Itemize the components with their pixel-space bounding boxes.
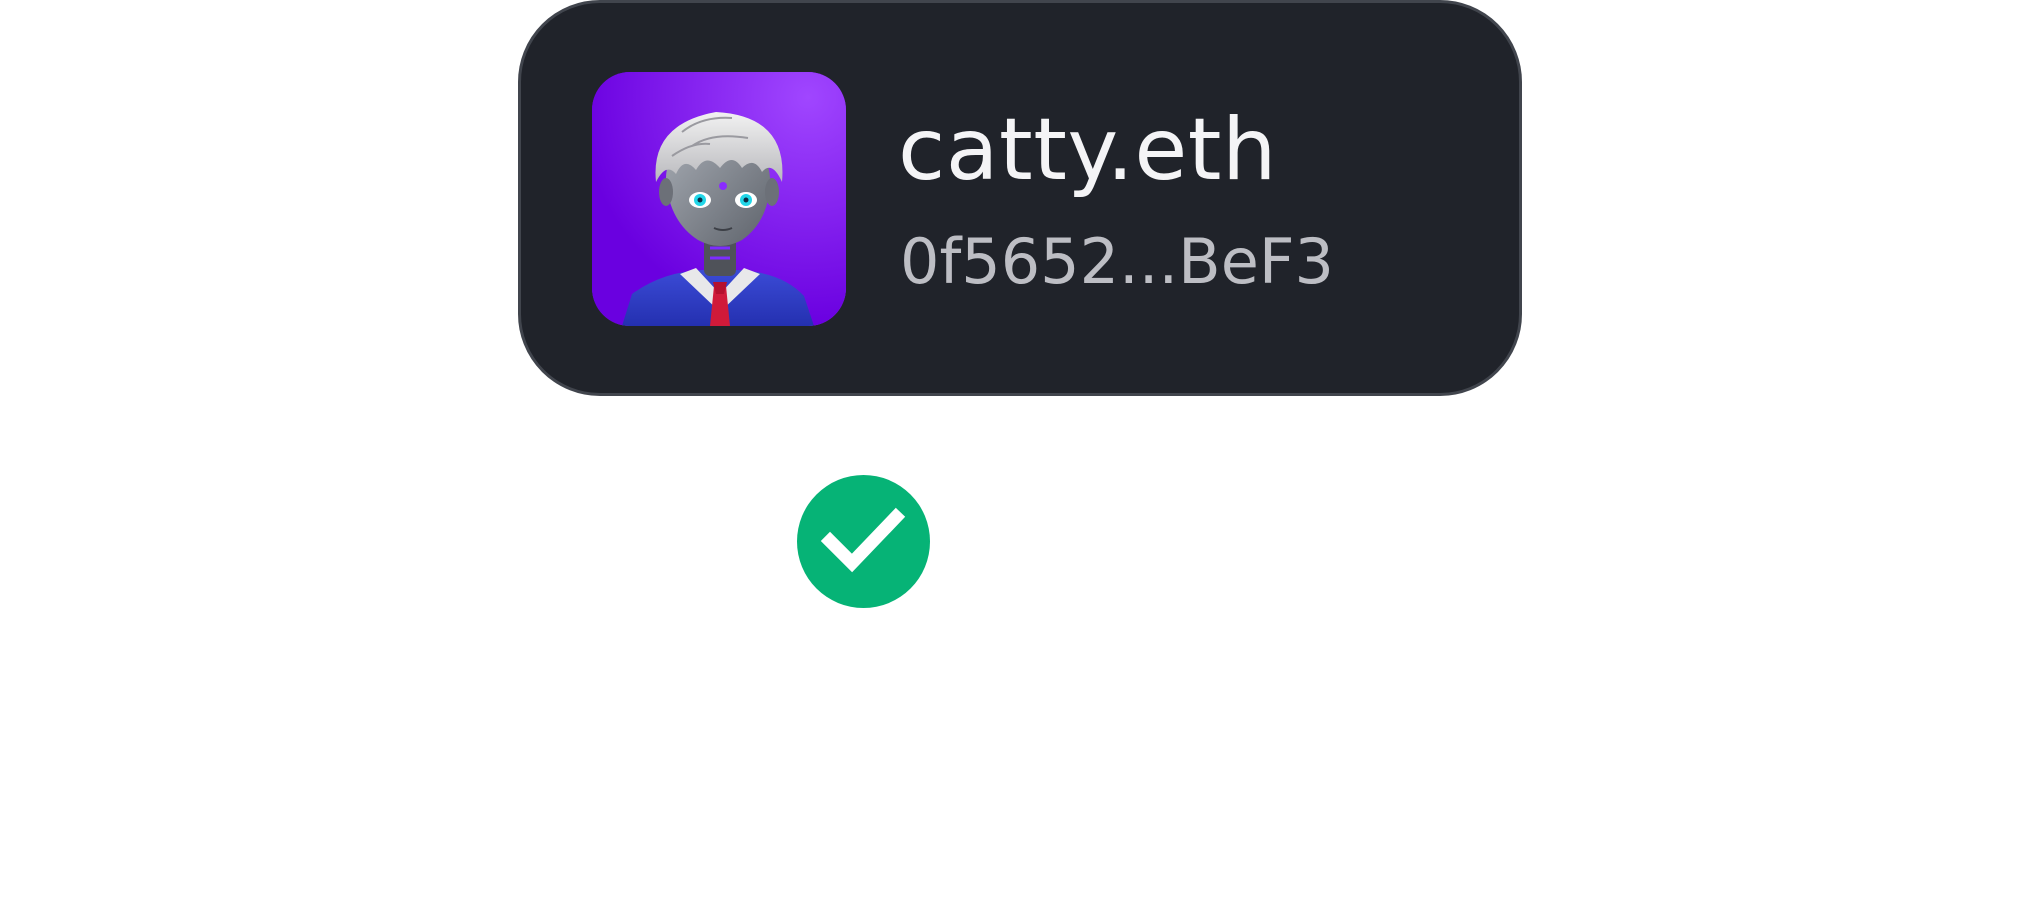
avatar [592,72,846,326]
check-circle-icon [797,475,930,608]
wallet-address: 0f5652...BeF3 [900,225,1334,298]
account-name: catty.eth [898,100,1278,200]
account-card[interactable]: catty.eth 0f5652...BeF3 [518,0,1522,396]
robot-avatar-icon [592,72,846,326]
